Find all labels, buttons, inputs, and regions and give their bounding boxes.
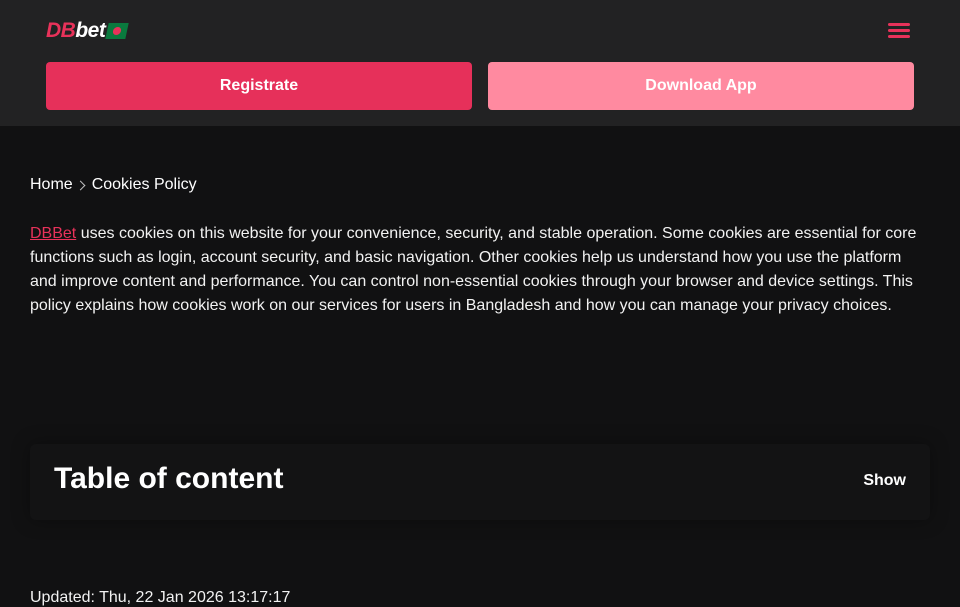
logo-db-text: DB xyxy=(46,19,76,42)
hamburger-menu-icon[interactable] xyxy=(884,18,914,44)
chevron-right-icon xyxy=(75,180,86,190)
menu-bar xyxy=(888,29,910,32)
breadcrumb-current: Cookies Policy xyxy=(91,176,197,193)
updated-timestamp: Updated: Thu, 22 Jan 2026 13:17:17 xyxy=(30,589,291,606)
logo-bet-text: bet xyxy=(75,19,106,42)
site-header: DB bet Registrate Download App xyxy=(0,0,960,126)
breadcrumb: Home Cookies Policy xyxy=(30,176,197,194)
intro-paragraph: DBBet uses cookies on this website for y… xyxy=(30,222,930,318)
menu-bar xyxy=(888,23,910,26)
table-of-content-panel: Table of content Show xyxy=(30,444,930,520)
breadcrumb-home-link[interactable]: Home xyxy=(30,176,73,194)
menu-bar xyxy=(888,35,910,38)
dbbet-logo[interactable]: DB bet xyxy=(46,19,130,42)
toc-show-button[interactable]: Show xyxy=(863,472,906,490)
intro-text: uses cookies on this website for your co… xyxy=(30,225,917,314)
toc-title: Table of content xyxy=(54,462,284,495)
dbbet-link[interactable]: DBBet xyxy=(30,225,76,242)
bangladesh-flag-icon xyxy=(105,23,130,39)
register-button[interactable]: Registrate xyxy=(46,62,472,110)
download-app-button[interactable]: Download App xyxy=(488,62,914,110)
